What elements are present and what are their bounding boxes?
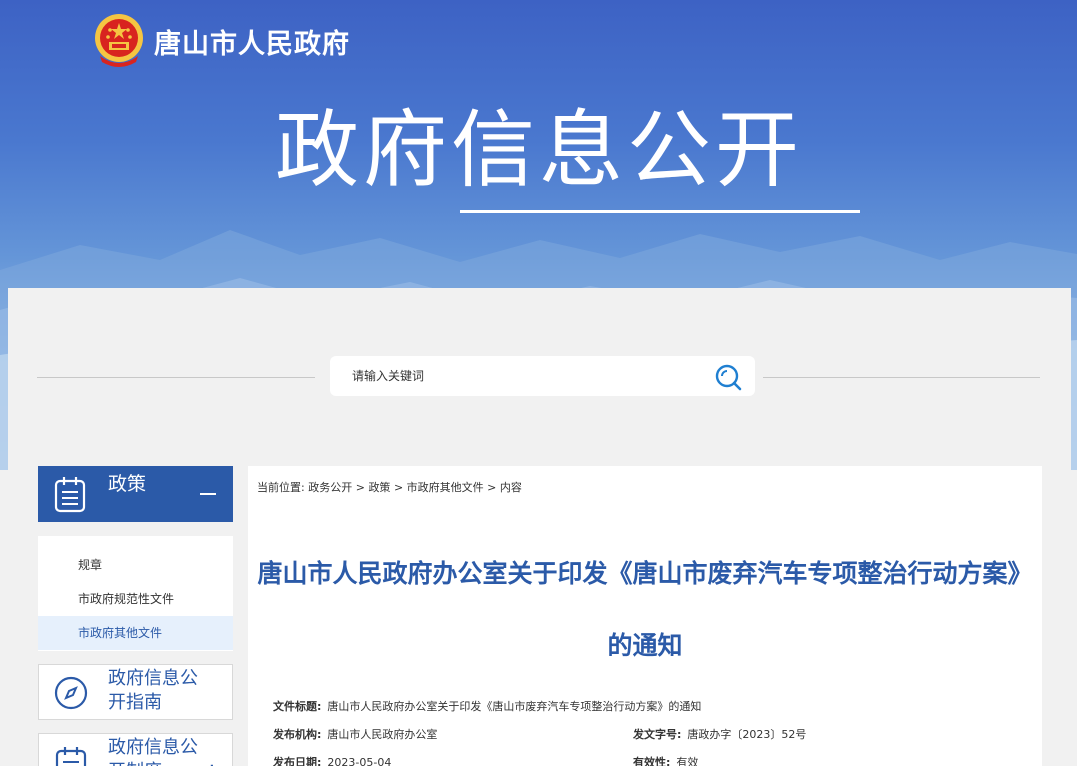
breadcrumb-separator: >: [487, 481, 497, 494]
national-emblem-icon: [95, 14, 143, 67]
meta-value: 唐政办字〔2023〕52号: [687, 728, 807, 741]
meta-value: 2023-05-04: [327, 756, 392, 766]
site-name[interactable]: 唐山市人民政府: [154, 22, 350, 61]
sidebar-item-label: 政府信息公开指南: [108, 668, 198, 713]
meta-value: 唐山市人民政府办公室关于印发《唐山市废弃汽车专项整治行动方案》的通知: [327, 700, 702, 713]
sidebar-item-label: 政府信息公开制度: [108, 737, 198, 766]
search-bar: [330, 356, 755, 396]
meta-publisher: 发布机构: 唐山市人民政府办公室: [273, 726, 437, 742]
submenu-item-normative-docs[interactable]: 市政府规范性文件: [38, 582, 233, 616]
document-title: 唐山市人民政府办公室关于印发《唐山市废弃汽车专项整治行动方案》的通知: [248, 538, 1042, 682]
meta-date: 发布日期: 2023-05-04: [273, 754, 391, 766]
meta-label: 有效性:: [633, 756, 671, 766]
document-title-text: 唐山市人民政府办公室关于印发《唐山市废弃汽车专项整治行动方案》的通知: [257, 559, 1033, 660]
breadcrumb-item[interactable]: 政务公开: [308, 481, 352, 494]
document-list-icon: [55, 747, 87, 766]
search-divider-left: [37, 377, 315, 378]
meta-label: 发文字号:: [633, 728, 682, 741]
document-list-icon: [54, 477, 86, 513]
meta-label: 发布日期:: [273, 756, 322, 766]
banner-title: 政府信息公开: [275, 101, 804, 199]
submenu-item-other-docs[interactable]: 市政府其他文件: [38, 616, 233, 650]
meta-label: 发布机构:: [273, 728, 322, 741]
meta-value: 唐山市人民政府办公室: [327, 728, 438, 741]
sidebar-item-system[interactable]: 政府信息公开制度 +: [38, 733, 233, 766]
breadcrumb-item[interactable]: 市政府其他文件: [407, 481, 484, 494]
submenu-item-regulations[interactable]: 规章: [38, 548, 233, 582]
search-input[interactable]: [352, 356, 712, 396]
breadcrumb-separator: >: [393, 481, 404, 494]
sidebar-item-guide[interactable]: 政府信息公开指南: [38, 664, 233, 720]
meta-label: 文件标题:: [273, 700, 322, 713]
breadcrumb-separator: >: [355, 481, 365, 494]
collapse-icon[interactable]: [200, 493, 216, 495]
meta-value: 有效: [676, 756, 699, 766]
sidebar-item-policy[interactable]: 政策: [38, 466, 233, 522]
meta-doc-number: 发文字号: 唐政办字〔2023〕52号: [633, 726, 806, 742]
banner-underline: [460, 210, 860, 213]
breadcrumb: 当前位置: 政务公开 > 政策 > 市政府其他文件 > 内容: [257, 479, 522, 495]
expand-icon[interactable]: +: [201, 760, 223, 766]
content-area: 当前位置: 政务公开 > 政策 > 市政府其他文件 > 内容 唐山市人民政府办公…: [248, 466, 1042, 766]
breadcrumb-prefix: 当前位置:: [257, 481, 305, 494]
policy-submenu: 规章 市政府规范性文件 市政府其他文件: [38, 536, 233, 651]
meta-validity: 有效性: 有效: [633, 754, 698, 766]
meta-file-title: 文件标题: 唐山市人民政府办公室关于印发《唐山市废弃汽车专项整治行动方案》的通知: [273, 698, 701, 714]
breadcrumb-item[interactable]: 政策: [368, 481, 390, 494]
search-icon[interactable]: [713, 362, 743, 392]
compass-icon: [54, 676, 88, 710]
sidebar-item-label: 政策: [108, 473, 147, 495]
breadcrumb-item: 内容: [499, 481, 522, 494]
search-divider-right: [763, 377, 1040, 378]
